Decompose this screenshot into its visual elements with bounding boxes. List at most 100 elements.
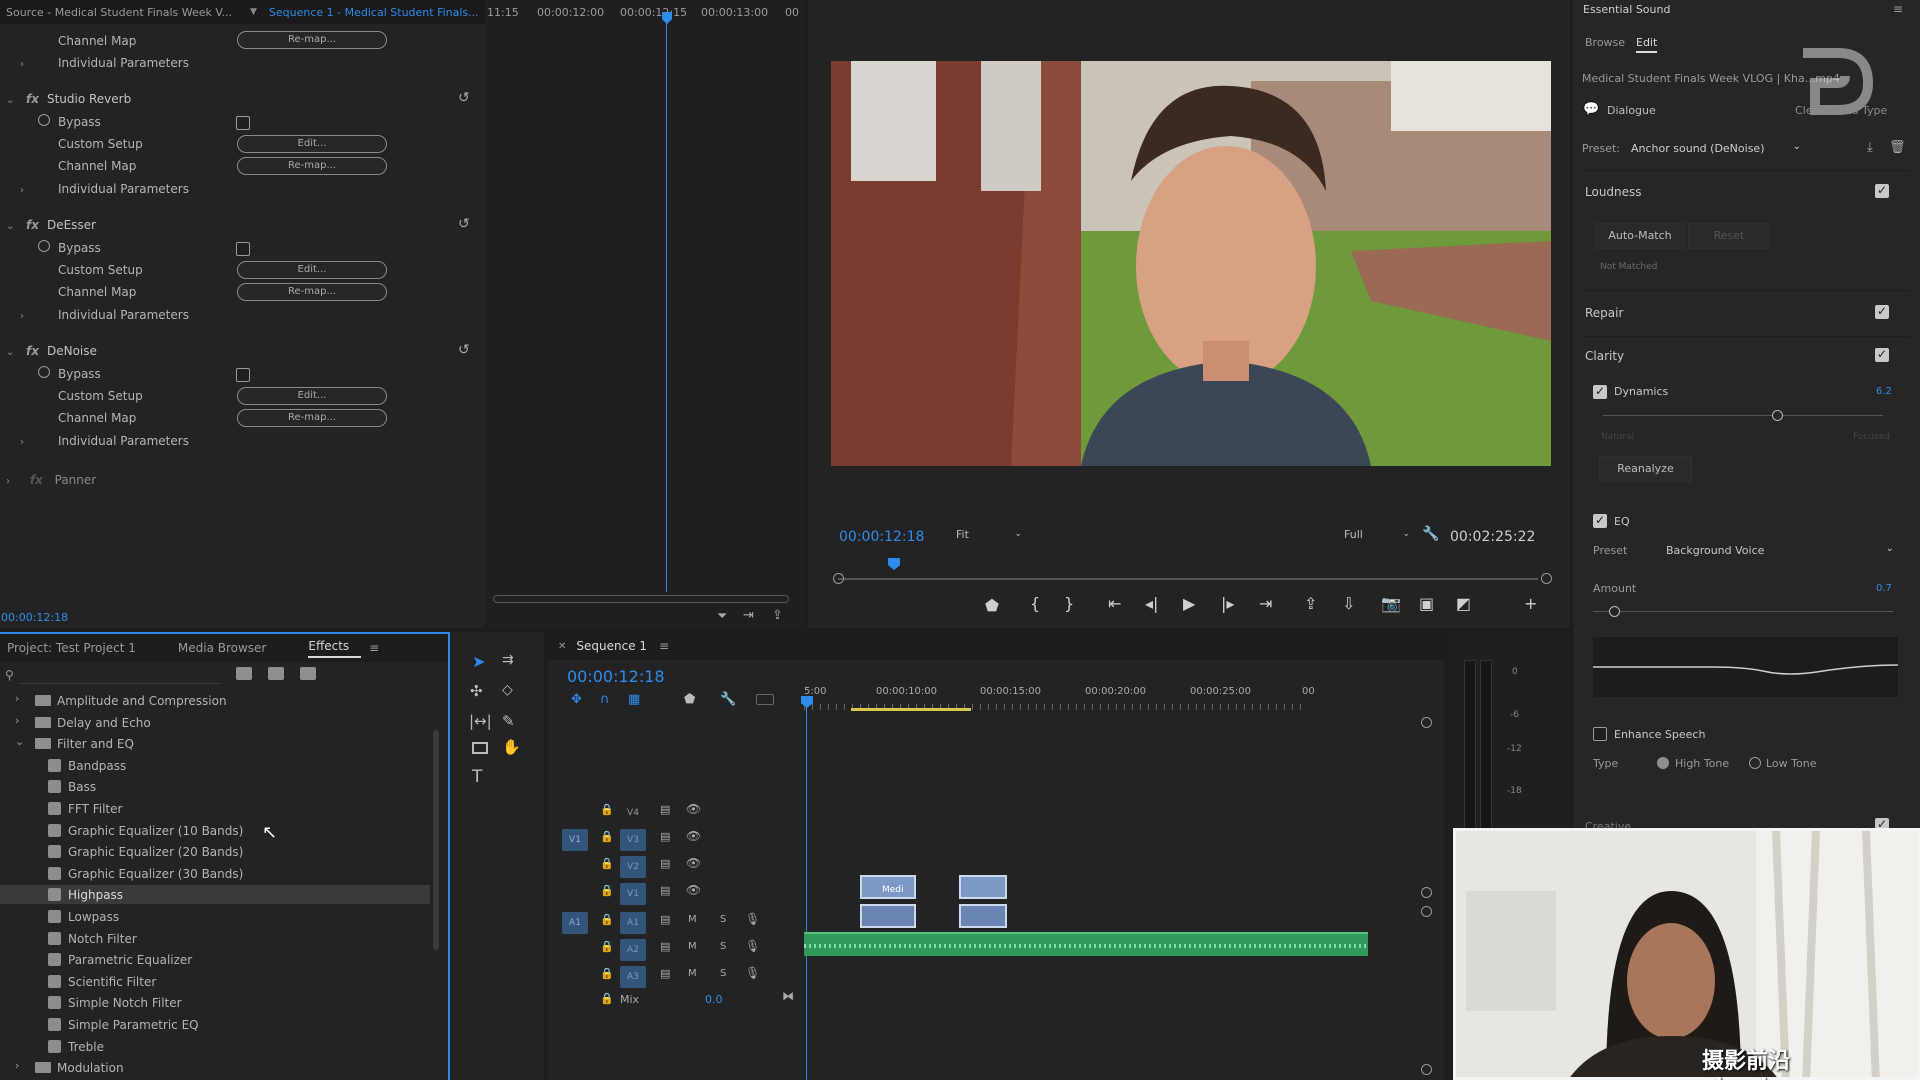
list-item[interactable]: Amplitude and Compression — [57, 694, 227, 708]
filter-icon[interactable]: ⏷ — [717, 609, 727, 624]
microphone-icon[interactable]: 🎙 — [745, 912, 760, 926]
bypass-checkbox[interactable] — [236, 116, 250, 130]
timeline-settings-icon[interactable]: 🔧 — [720, 692, 736, 707]
list-item[interactable]: Bass — [68, 780, 96, 794]
panner-row[interactable]: › fx Panner — [6, 473, 96, 487]
effect-header[interactable]: ⌄ fx Studio Reverb — [6, 92, 131, 106]
film-icon[interactable]: ▤ — [660, 913, 670, 926]
tab-browse[interactable]: Browse — [1585, 36, 1625, 49]
dynamics-checkbox[interactable] — [1593, 384, 1607, 399]
clarity-checkbox[interactable] — [1875, 347, 1889, 362]
timeline-ruler[interactable]: 5:00 00:00:10:00 00:00:15:00 00:00:20:00… — [804, 676, 1374, 716]
list-item[interactable]: Bandpass — [68, 759, 126, 773]
track-target-v2[interactable]: V2 — [620, 856, 646, 878]
32bit-effects-icon[interactable] — [268, 667, 284, 680]
vertical-zoom-handle[interactable] — [1421, 1064, 1432, 1075]
mark-in-icon[interactable]: { — [1030, 594, 1040, 613]
eye-icon[interactable]: 👁 — [686, 802, 701, 816]
high-tone-radio[interactable] — [1657, 757, 1669, 769]
amount-value[interactable]: 0.7 — [1876, 583, 1892, 594]
sequence-tab[interactable]: Sequence 1 - Medical Student Finals... — [257, 6, 485, 19]
pen-tool-icon[interactable]: ✎ — [502, 712, 515, 730]
low-tone-radio[interactable] — [1749, 757, 1761, 769]
individual-parameters-row[interactable]: › Individual Parameters — [20, 182, 189, 196]
loudness-checkbox[interactable] — [1875, 183, 1889, 198]
audio-clip[interactable] — [860, 904, 916, 928]
stopwatch-icon[interactable] — [38, 240, 50, 252]
video-clip[interactable] — [959, 875, 1007, 899]
film-icon[interactable]: ▤ — [660, 967, 670, 980]
list-item[interactable]: Highpass — [68, 888, 123, 902]
accelerated-effects-icon[interactable] — [236, 667, 252, 680]
lock-icon[interactable]: 🔒 — [600, 830, 614, 843]
go-to-in-icon[interactable]: ⇤ — [1108, 594, 1121, 613]
razor-tool-icon[interactable]: ◇ — [502, 682, 513, 698]
fit-dropdown[interactable]: Fit ⌄ — [956, 528, 1026, 546]
stopwatch-icon[interactable] — [38, 114, 50, 126]
audio-clip[interactable] — [959, 904, 1007, 928]
lock-icon[interactable]: 🔒 — [600, 967, 614, 980]
share-icon[interactable]: ⇪ — [772, 608, 783, 623]
remap-button[interactable]: Re-map... — [237, 283, 387, 301]
track-target-v4[interactable]: V4 — [620, 802, 646, 824]
program-timecode[interactable]: 00:00:12:18 — [839, 529, 924, 545]
extract-icon[interactable]: ⇩ — [1342, 594, 1355, 613]
auto-match-button[interactable]: Auto-Match — [1595, 223, 1685, 249]
save-preset-icon[interactable]: ⤓ — [1867, 140, 1873, 155]
type-tool-icon[interactable]: T — [472, 767, 482, 787]
timeline-timecode[interactable]: 00:00:12:18 — [567, 667, 665, 686]
mark-out-icon[interactable]: } — [1064, 594, 1074, 613]
yuv-effects-icon[interactable] — [300, 667, 316, 680]
program-playhead[interactable] — [888, 558, 900, 570]
bypass-checkbox[interactable] — [236, 242, 250, 256]
step-back-icon[interactable]: ◂| — [1145, 594, 1158, 613]
reset-icon[interactable]: ↺ — [458, 90, 470, 106]
vertical-zoom-handle[interactable] — [1421, 717, 1432, 728]
video-frame[interactable] — [831, 61, 1551, 466]
film-icon[interactable]: ▤ — [660, 884, 670, 897]
bypass-checkbox[interactable] — [236, 368, 250, 382]
step-forward-icon[interactable]: |▸ — [1221, 594, 1234, 613]
horizontal-scrollbar[interactable] — [493, 595, 789, 603]
tab-sequence-1[interactable]: Sequence 1 — [566, 639, 659, 653]
overlay-icon[interactable]: ◩ — [1456, 594, 1471, 613]
lock-icon[interactable]: 🔒 — [600, 913, 614, 926]
slip-tool-icon[interactable]: |↔| — [469, 712, 492, 730]
film-icon[interactable]: ▤ — [660, 940, 670, 953]
lock-icon[interactable]: 🔒 — [600, 940, 614, 953]
panel-menu-icon[interactable]: ≡ — [369, 641, 379, 655]
track-target-v3[interactable]: V3 — [620, 829, 646, 851]
fx-icon[interactable]: fx — [26, 218, 39, 232]
camera-icon[interactable]: 📷 — [1381, 594, 1401, 613]
source-patch-a1[interactable]: A1 — [562, 912, 588, 934]
vertical-zoom-handle[interactable] — [1421, 887, 1432, 898]
mute-button[interactable]: M — [688, 941, 697, 952]
enhance-speech-checkbox[interactable] — [1593, 727, 1607, 741]
vertical-zoom-handle[interactable] — [1421, 906, 1432, 917]
film-icon[interactable]: ▤ — [660, 803, 670, 816]
reset-button[interactable]: Reset — [1688, 223, 1770, 249]
dynamics-value[interactable]: 6.2 — [1876, 386, 1892, 397]
chevron-right-icon[interactable]: › — [15, 692, 19, 705]
edit-button[interactable]: Edit... — [237, 387, 387, 405]
solo-button[interactable]: S — [720, 914, 726, 925]
film-icon[interactable]: ▤ — [660, 830, 670, 843]
chevron-down-icon[interactable]: ⌄ — [15, 735, 24, 748]
comparison-view-icon[interactable]: ▣ — [1419, 594, 1434, 613]
amount-slider-track[interactable] — [1593, 611, 1893, 612]
amount-slider-thumb[interactable] — [1609, 606, 1620, 617]
solo-button[interactable]: S — [720, 941, 726, 952]
mute-button[interactable]: M — [688, 914, 697, 925]
ripple-edit-tool-icon[interactable]: ✣ — [470, 682, 483, 700]
list-item[interactable]: Simple Parametric EQ — [68, 1018, 199, 1032]
mix-end-icon[interactable]: ⧓ — [782, 989, 794, 1003]
remap-button[interactable]: Re-map... — [237, 409, 387, 427]
list-item[interactable]: Graphic Equalizer (10 Bands) — [68, 824, 243, 838]
panel-menu-icon[interactable]: ≡ — [1893, 2, 1903, 16]
program-scrub-bar[interactable] — [838, 578, 1538, 580]
individual-parameters-row[interactable]: › Individual Parameters — [20, 56, 189, 70]
edit-button[interactable]: Edit... — [237, 135, 387, 153]
mix-value[interactable]: 0.0 — [705, 993, 723, 1006]
linked-selection-icon[interactable]: ▦ — [628, 692, 640, 707]
clear-audio-type-button[interactable]: Clear Audio Type — [1795, 104, 1887, 117]
